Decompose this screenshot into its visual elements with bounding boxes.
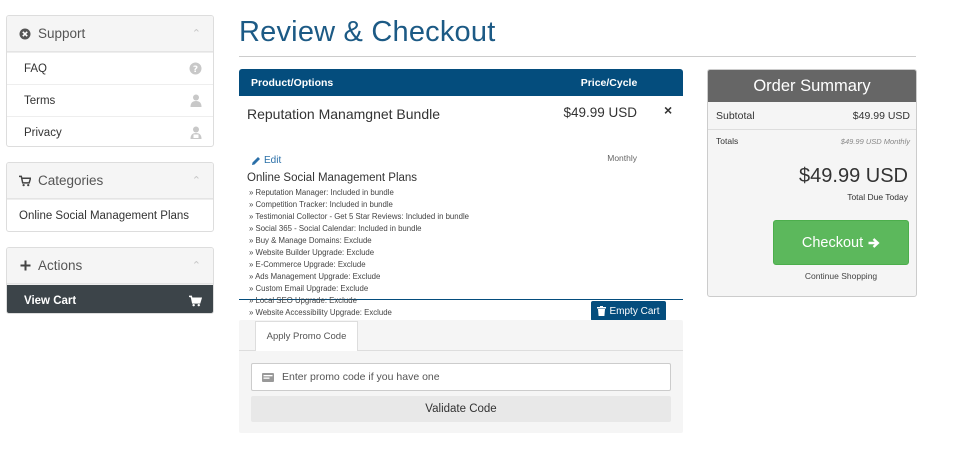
product-option: » Local SEO Upgrade: Exclude	[249, 296, 357, 305]
sidebar-item-label: View Cart	[24, 294, 77, 307]
sidebar-item-terms[interactable]: Terms	[7, 84, 213, 116]
sidebar-item-faq[interactable]: FAQ ?	[7, 52, 213, 84]
categories-panel-title: Categories	[38, 173, 104, 188]
edit-link[interactable]: Edit	[251, 155, 281, 166]
totals-row: Totals $49.99 USD Monthly	[716, 136, 910, 146]
product-option: » E-Commerce Upgrade: Exclude	[249, 260, 366, 269]
remove-item-button[interactable]: ×	[664, 103, 672, 117]
sidebar-item-label: FAQ	[24, 62, 48, 75]
cart-item: Reputation Manamgnet Bundle Edit $49.99 …	[239, 96, 683, 317]
product-group: Online Social Management Plans	[247, 172, 418, 184]
summary-divider	[708, 129, 916, 130]
product-option: » Ads Management Upgrade: Exclude	[249, 272, 381, 281]
question-circle-icon: ?	[189, 62, 202, 75]
subtotal-row: Subtotal $49.99 USD	[716, 110, 910, 122]
categories-panel-header[interactable]: Categories ⌃	[7, 163, 213, 199]
actions-panel-header[interactable]: Actions ⌃	[7, 248, 213, 284]
circle-x-icon	[19, 28, 31, 40]
total-due-label: Total Due Today	[847, 192, 908, 202]
product-cycle: Monthly	[607, 153, 637, 163]
promo-section: Apply Promo Code Validate Code	[239, 320, 683, 433]
cart-icon	[189, 294, 202, 307]
empty-cart-label: Empty Cart	[609, 305, 660, 317]
sidebar-item-label: Privacy	[24, 126, 62, 139]
actions-panel: Actions ⌃ View Cart	[6, 247, 214, 314]
arrow-right-icon	[868, 237, 880, 248]
product-option: » Reputation Manager: Included in bundle	[249, 188, 394, 197]
empty-cart-button[interactable]: Empty Cart	[591, 301, 666, 321]
support-panel-header[interactable]: Support ⌃	[7, 16, 213, 52]
lock-user-icon	[189, 126, 202, 139]
trash-icon	[597, 306, 607, 316]
product-option: » Buy & Manage Domains: Exclude	[249, 236, 372, 245]
chevron-up-icon[interactable]: ⌃	[192, 259, 201, 272]
categories-panel: Categories ⌃ Online Social Management Pl…	[6, 162, 214, 232]
product-option: » Website Accessibility Upgrade: Exclude	[249, 308, 392, 317]
page-title: Review & Checkout	[239, 16, 496, 48]
sidebar-item-label: Terms	[24, 94, 56, 107]
product-option: » Custom Email Upgrade: Exclude	[249, 284, 369, 293]
title-divider	[239, 56, 916, 57]
promo-code-field[interactable]	[251, 363, 671, 391]
product-option: » Social 365 - Social Calendar: Included…	[249, 224, 422, 233]
column-header-product: Product/Options	[251, 76, 334, 89]
column-header-price: Price/Cycle	[580, 76, 638, 89]
totals-value: $49.99 USD Monthly	[840, 136, 910, 146]
chevron-up-icon[interactable]: ⌃	[192, 27, 201, 40]
product-price: $49.99 USD	[563, 105, 637, 120]
edit-label: Edit	[264, 155, 282, 166]
cart-icon	[19, 175, 31, 187]
checkout-label: Checkout	[801, 234, 864, 251]
tab-apply-promo-code[interactable]: Apply Promo Code	[255, 321, 358, 351]
sidebar-item-privacy[interactable]: Privacy	[7, 116, 213, 146]
product-option: » Testimonial Collector - Get 5 Star Rev…	[249, 212, 470, 221]
promo-code-input[interactable]	[282, 371, 662, 383]
subtotal-label: Subtotal	[716, 110, 755, 122]
order-summary: Order Summary Subtotal $49.99 USD Totals…	[707, 69, 917, 297]
cart-table: Product/Options Price/Cycle Reputation M…	[239, 69, 683, 317]
pencil-icon	[252, 156, 260, 165]
plus-icon	[19, 260, 31, 272]
sidebar-item-label: Online Social Management Plans	[19, 209, 190, 222]
product-name: Reputation Manamgnet Bundle	[247, 106, 441, 122]
support-panel-title: Support	[38, 26, 86, 41]
svg-text:?: ?	[193, 65, 198, 75]
cart-table-header: Product/Options Price/Cycle	[239, 69, 683, 96]
validate-code-button[interactable]: Validate Code	[251, 396, 671, 422]
user-icon	[189, 94, 202, 107]
subtotal-value: $49.99 USD	[852, 110, 910, 122]
totals-label: Totals	[716, 136, 739, 146]
chevron-up-icon[interactable]: ⌃	[192, 174, 201, 187]
continue-shopping-link[interactable]: Continue Shopping	[773, 271, 909, 281]
product-option: » Competition Tracker: Included in bundl…	[249, 200, 393, 209]
order-summary-title: Order Summary	[708, 70, 916, 102]
ticket-icon	[262, 372, 274, 382]
support-panel: Support ⌃ FAQ ? Terms Privacy	[6, 15, 214, 147]
actions-panel-title: Actions	[38, 258, 83, 273]
product-options-list: » Reputation Manager: Included in bundle…	[249, 187, 469, 319]
product-option: » Website Builder Upgrade: Exclude	[249, 248, 375, 257]
sidebar-item-online-social-management-plans[interactable]: Online Social Management Plans	[7, 199, 213, 231]
total-due-amount: $49.99 USD	[799, 165, 908, 187]
sidebar-item-view-cart[interactable]: View Cart	[7, 284, 213, 313]
checkout-button[interactable]: Checkout	[773, 220, 909, 265]
